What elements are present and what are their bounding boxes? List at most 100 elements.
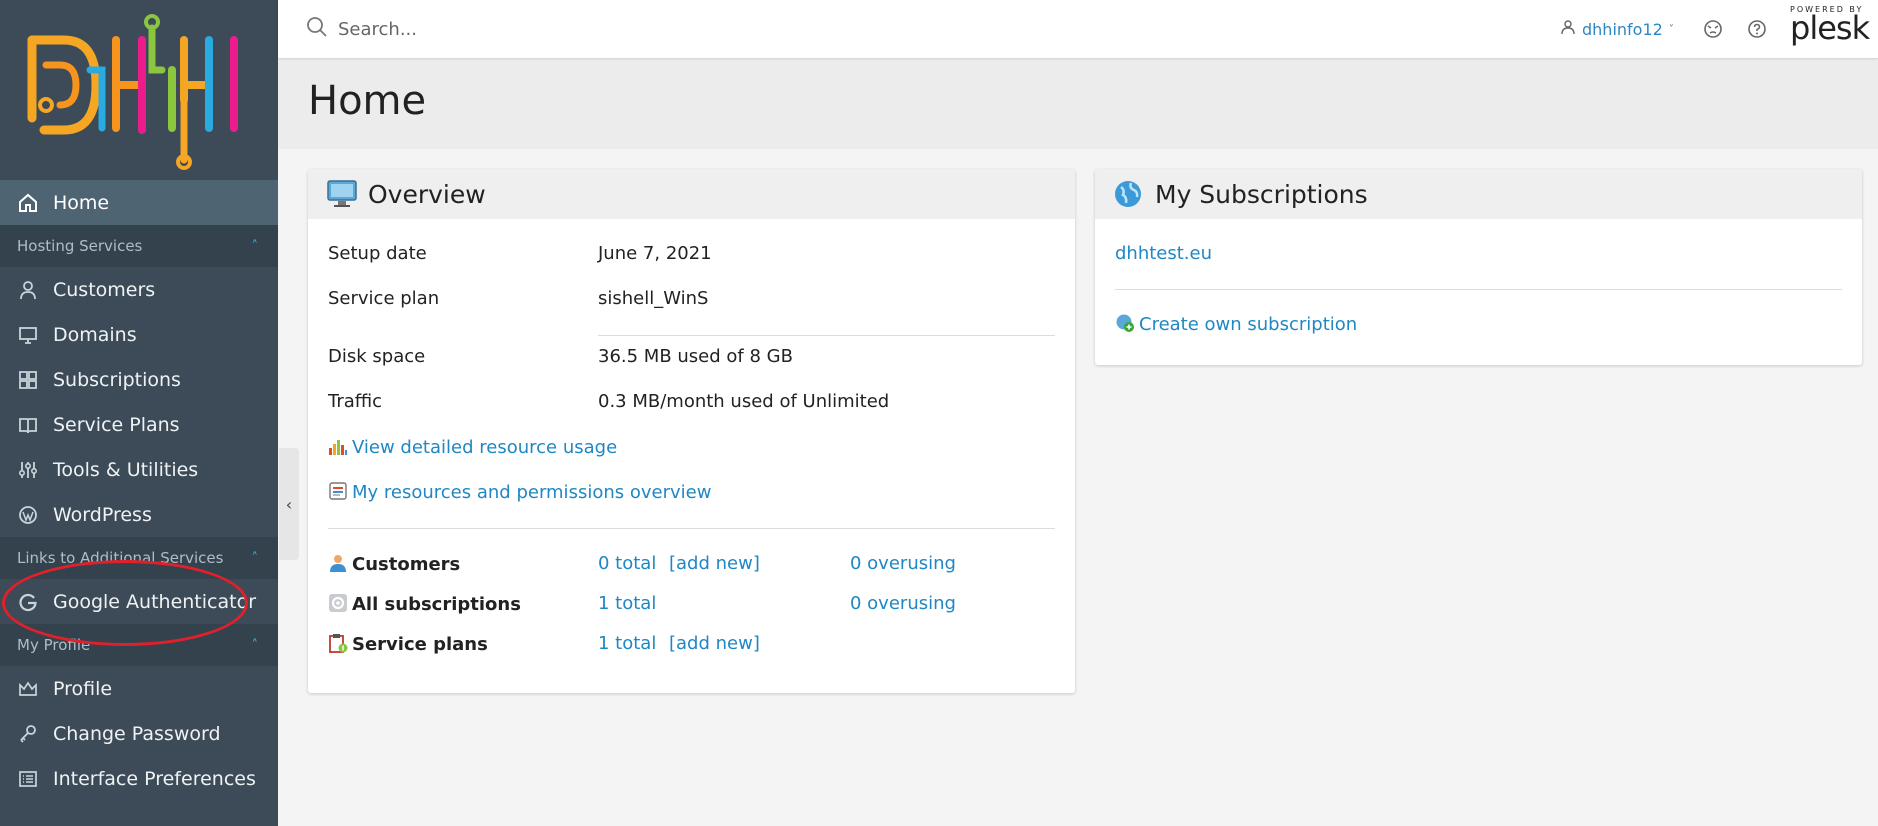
customers-add-new-link[interactable]: [add new]	[669, 553, 760, 574]
divider	[1115, 289, 1842, 290]
home-icon	[17, 192, 39, 214]
sidebar-item-label: WordPress	[53, 503, 152, 526]
overview-header: Overview	[308, 169, 1075, 219]
permissions-overview-link[interactable]: My resources and permissions overview	[328, 481, 711, 503]
gear-icon	[328, 593, 348, 613]
sidebar-item-wordpress[interactable]: WordPress	[0, 492, 278, 537]
google-icon	[17, 591, 39, 613]
customers-overusing-link[interactable]: 0 overusing	[850, 553, 956, 574]
sidebar-item-service-plans[interactable]: Service Plans	[0, 402, 278, 447]
view-resource-usage-link[interactable]: View detailed resource usage	[328, 436, 617, 458]
create-subscription-link[interactable]: Create own subscription	[1115, 313, 1357, 335]
sidebar-item-google-authenticator[interactable]: Google Authenticator	[0, 579, 278, 624]
clipboard-icon	[328, 633, 348, 653]
section-title: Links to Additional Services	[17, 549, 224, 567]
sidebar-item-label: Change Password	[53, 722, 221, 745]
overview-card: Overview Setup date June 7, 2021 Service…	[308, 169, 1075, 693]
setup-date-value: June 7, 2021	[598, 243, 712, 264]
sidebar-item-customers[interactable]: Customers	[0, 267, 278, 312]
traffic-value: 0.3 MB/month used of Unlimited	[598, 391, 890, 412]
setup-date-label: Setup date	[328, 243, 427, 264]
subscriptions-title: My Subscriptions	[1155, 179, 1368, 209]
disk-space-label: Disk space	[328, 346, 426, 367]
stat-customers-label: Customers	[328, 553, 460, 575]
chevron-up-icon: ˄	[251, 550, 259, 566]
sliders-icon	[17, 459, 39, 481]
stat-subscriptions-label: All subscriptions	[328, 593, 521, 615]
sidebar-item-label: Domains	[53, 323, 137, 346]
subscriptions-total-link[interactable]: 1 total	[598, 593, 656, 614]
wordpress-icon	[17, 504, 39, 526]
sidebar-item-label: Profile	[53, 677, 113, 700]
subscription-domain-link[interactable]: dhhtest.eu	[1115, 243, 1212, 264]
username: dhhinfo12	[1582, 19, 1663, 39]
disk-space-value: 36.5 MB used of 8 GB	[598, 346, 793, 367]
page-header: Home	[278, 60, 1878, 149]
sidebar-item-change-password[interactable]: Change Password	[0, 711, 278, 756]
sidebar-item-label: Customers	[53, 278, 156, 301]
subscriptions-header: My Subscriptions	[1095, 169, 1862, 219]
section-my-profile[interactable]: My Profile ˄	[0, 624, 278, 666]
sidebar-item-label: Subscriptions	[53, 368, 181, 391]
sidebar-item-label: Google Authenticator	[53, 590, 257, 613]
page-title: Home	[308, 78, 427, 124]
plesk-logo: POWERED BY plesk	[1790, 5, 1870, 44]
service-plans-add-new-link[interactable]: [add new]	[669, 633, 760, 654]
customers-total-link[interactable]: 0 total	[598, 553, 656, 574]
chevron-down-icon: ˅	[1668, 23, 1674, 35]
add-globe-icon	[1115, 313, 1135, 333]
globe-icon	[1113, 179, 1145, 209]
section-title: My Profile	[17, 636, 91, 654]
search-icon	[306, 16, 328, 42]
user-icon	[1560, 19, 1582, 39]
monitor-icon	[326, 179, 358, 209]
plesk-cat-icon[interactable]	[1703, 19, 1723, 39]
link-text: View detailed resource usage	[352, 437, 618, 458]
sidebar-item-label: Home	[53, 191, 110, 214]
bar-chart-icon	[328, 436, 348, 456]
chevron-left-icon: ‹	[285, 494, 293, 514]
dhh-logo-image	[27, 14, 238, 170]
key-icon	[17, 723, 39, 745]
service-plan-value: sishell_WinS	[598, 288, 709, 309]
sidebar-collapse-handle[interactable]: ‹	[279, 448, 299, 560]
stat-label: Customers	[352, 554, 461, 575]
sidebar-item-tools-utilities[interactable]: Tools & Utilities	[0, 447, 278, 492]
chevron-up-icon: ˄	[251, 238, 259, 254]
service-plan-label: Service plan	[328, 288, 440, 309]
traffic-label: Traffic	[328, 391, 383, 412]
sidebar-item-home[interactable]: Home	[0, 180, 278, 225]
subscriptions-overusing-link[interactable]: 0 overusing	[850, 593, 956, 614]
permissions-icon	[328, 481, 348, 501]
section-links-additional-services[interactable]: Links to Additional Services ˄	[0, 537, 278, 579]
user-menu[interactable]: dhhinfo12 ˅	[1560, 19, 1674, 39]
stat-service-plans-label: Service plans	[328, 633, 488, 655]
divider	[598, 335, 1055, 336]
sidebar-item-interface-preferences[interactable]: Interface Preferences	[0, 756, 278, 801]
service-plans-total-link[interactable]: 1 total	[598, 633, 656, 654]
sidebar-item-profile[interactable]: Profile	[0, 666, 278, 711]
sidebar: Home Hosting Services ˄ Customers Domain…	[0, 0, 278, 826]
link-text: Create own subscription	[1139, 314, 1358, 335]
topbar: dhhinfo12 ˅ POWERED BY plesk	[278, 0, 1878, 59]
section-hosting-services[interactable]: Hosting Services ˄	[0, 225, 278, 267]
search-box[interactable]	[306, 16, 738, 42]
help-icon[interactable]	[1747, 19, 1767, 39]
customer-icon	[328, 553, 348, 573]
sidebar-item-subscriptions[interactable]: Subscriptions	[0, 357, 278, 402]
sidebar-item-label: Service Plans	[53, 413, 180, 436]
stat-label: Service plans	[352, 634, 488, 655]
sidebar-item-domains[interactable]: Domains	[0, 312, 278, 357]
sidebar-item-label: Tools & Utilities	[53, 458, 199, 481]
user-icon	[17, 279, 39, 301]
link-text: My resources and permissions overview	[352, 482, 712, 503]
crown-icon	[17, 678, 39, 700]
search-input[interactable]	[338, 18, 738, 40]
overview-title: Overview	[368, 179, 486, 209]
subscriptions-card: My Subscriptions dhhtest.eu Create own s…	[1095, 169, 1862, 365]
dhh-logo[interactable]	[0, 0, 278, 180]
list-icon	[17, 768, 39, 790]
plesk-brand: plesk	[1790, 9, 1870, 47]
book-icon	[17, 414, 39, 436]
section-title: Hosting Services	[17, 237, 143, 255]
